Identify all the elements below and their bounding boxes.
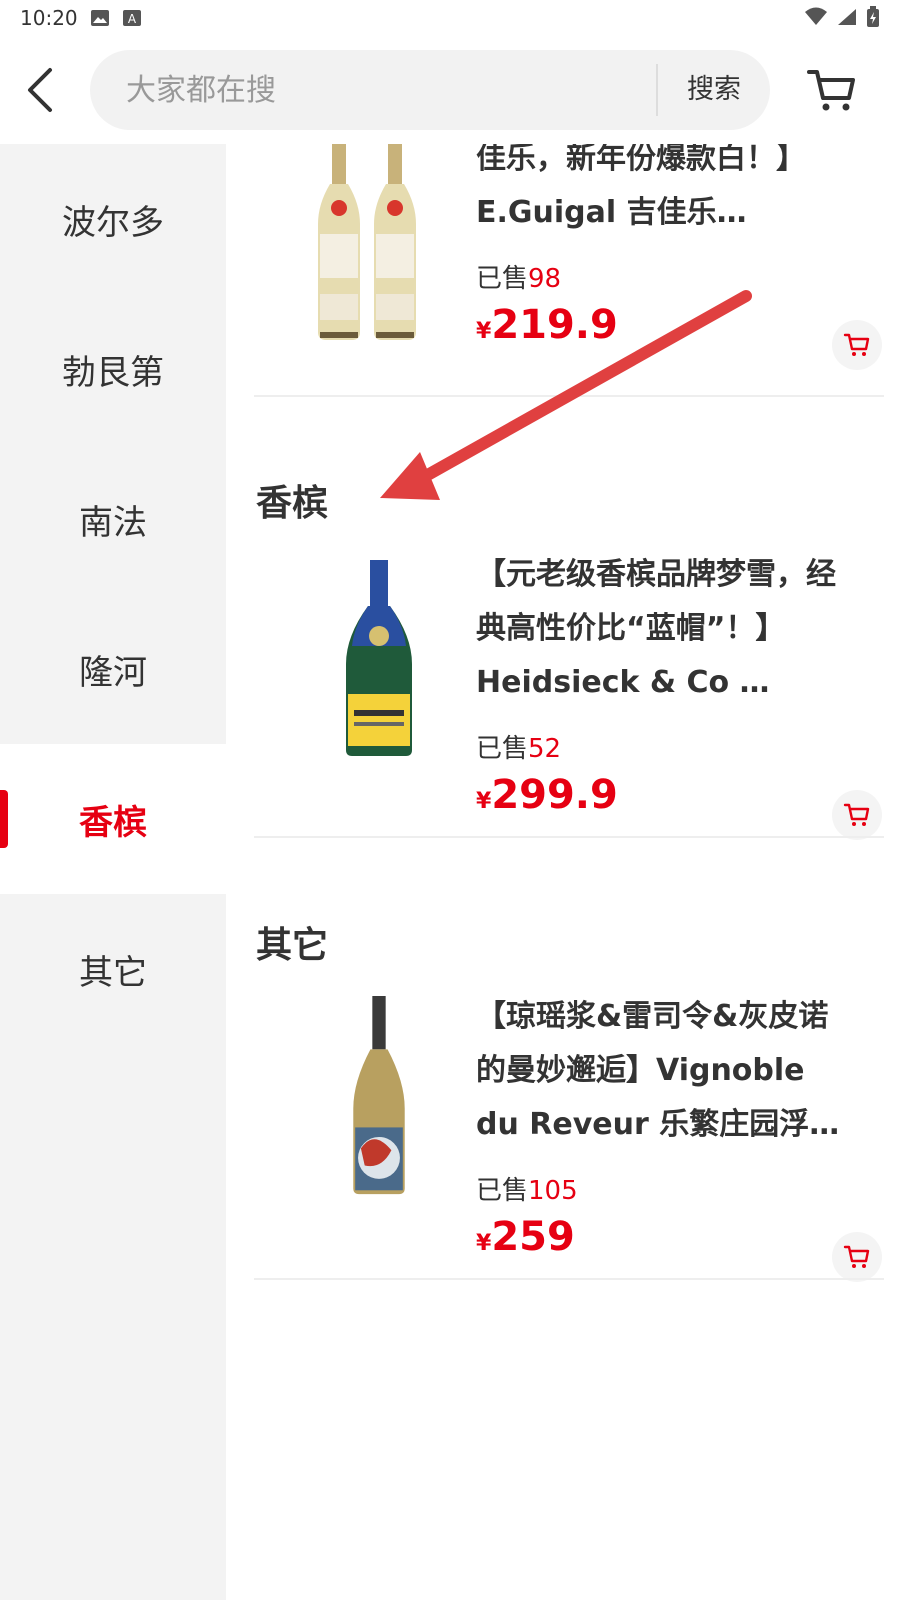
battery-charging-icon [867,6,879,27]
status-system-icons [804,6,880,28]
product-sold: 已售52 [476,728,561,765]
status-time: 10:20 [20,6,78,30]
cart-icon [843,333,870,356]
status-notification-icons: A [90,8,142,28]
status-bar: 10:20 A [0,0,900,36]
category-sidebar: 波尔多 勃艮第 南法 隆河 香槟 其它 [0,144,226,1600]
back-button[interactable] [20,64,64,116]
product-sold: 已售105 [476,1170,578,1207]
sidebar-item-label: 隆河 [79,652,147,693]
product-sold: 已售98 [476,258,561,295]
product-image-white-wine [318,144,416,340]
sidebar-item-label: 波尔多 [62,202,164,243]
sidebar-item-champagne[interactable]: 香槟 [0,744,226,894]
sidebar-item-rhone[interactable]: 隆河 [0,594,226,744]
product-image-champagne [346,560,412,756]
sidebar-item-label: 其它 [79,952,147,993]
image-icon [91,10,109,26]
product-price: ¥219.9 [476,302,618,348]
divider [254,395,884,397]
header: 搜索 [0,36,900,144]
product-title: 【元老级香槟品牌梦雪，经典高性价比“蓝帽”！】Heidsieck & Co … [476,557,836,700]
product-list: 【西方最新进，首席酒庄吉佳乐，新年份爆款白！】E.Guigal 吉佳乐… 已售9… [226,144,900,1600]
divider [254,1278,884,1280]
product-image-white-wine-bottle [353,996,405,1195]
product-card[interactable]: 【琼瑶浆&雷司令&灰皮诺的曼妙邂逅】Vignoble du Reveur 乐繁庄… [254,996,884,1436]
product-card[interactable]: 【元老级香槟品牌梦雪，经典高性价比“蓝帽”！】Heidsieck & Co … … [254,554,884,994]
price-value: 259 [491,1214,575,1260]
sidebar-item-other[interactable]: 其它 [0,894,226,1044]
price-currency: ¥ [476,789,492,814]
section-title-champagne: 香槟 [256,483,329,524]
price-currency: ¥ [476,1231,492,1256]
product-title: 【琼瑶浆&雷司令&灰皮诺的曼妙邂逅】Vignoble du Reveur 乐繁庄… [476,999,840,1142]
product-price: ¥299.9 [476,772,618,818]
price-value: 219.9 [491,302,618,348]
add-to-cart-button[interactable] [832,1232,882,1282]
back-arrow-icon [28,68,52,112]
product-card[interactable]: 【西方最新进，首席酒庄吉佳乐，新年份爆款白！】E.Guigal 吉佳乐… 已售9… [254,144,884,524]
product-title: 【西方最新进，首席酒庄吉佳乐，新年份爆款白！】E.Guigal 吉佳乐… [476,144,806,230]
cart-button[interactable] [806,66,858,114]
sidebar-item-label: 勃艮第 [62,352,164,393]
search-input[interactable] [126,72,646,108]
sidebar-item-label: 南法 [79,502,147,543]
price-value: 299.9 [491,772,618,818]
sold-count: 52 [528,734,562,764]
search-box: 搜索 [90,50,770,130]
product-price: ¥259 [476,1214,575,1260]
cart-icon [843,803,870,826]
sidebar-item-burgundy[interactable]: 勃艮第 [0,294,226,444]
svg-text:A: A [128,12,137,26]
search-divider [656,64,658,116]
sold-label: 已售 [476,1176,529,1206]
section-title-other: 其它 [256,925,329,966]
cart-icon [843,1245,870,1268]
sidebar-item-bordeaux[interactable]: 波尔多 [0,144,226,294]
wifi-icon [805,7,827,25]
sold-count: 105 [528,1176,578,1206]
cart-icon [807,70,855,111]
sold-label: 已售 [476,734,529,764]
sidebar-item-label: 香槟 [79,802,147,843]
sold-label: 已售 [476,264,529,294]
add-to-cart-button[interactable] [832,790,882,840]
divider [254,836,884,838]
a-icon: A [123,10,141,26]
add-to-cart-button[interactable] [832,320,882,370]
search-button[interactable]: 搜索 [672,70,756,110]
sidebar-item-south-france[interactable]: 南法 [0,444,226,594]
price-currency: ¥ [476,319,492,344]
signal-icon [838,9,856,25]
sold-count: 98 [528,264,562,294]
